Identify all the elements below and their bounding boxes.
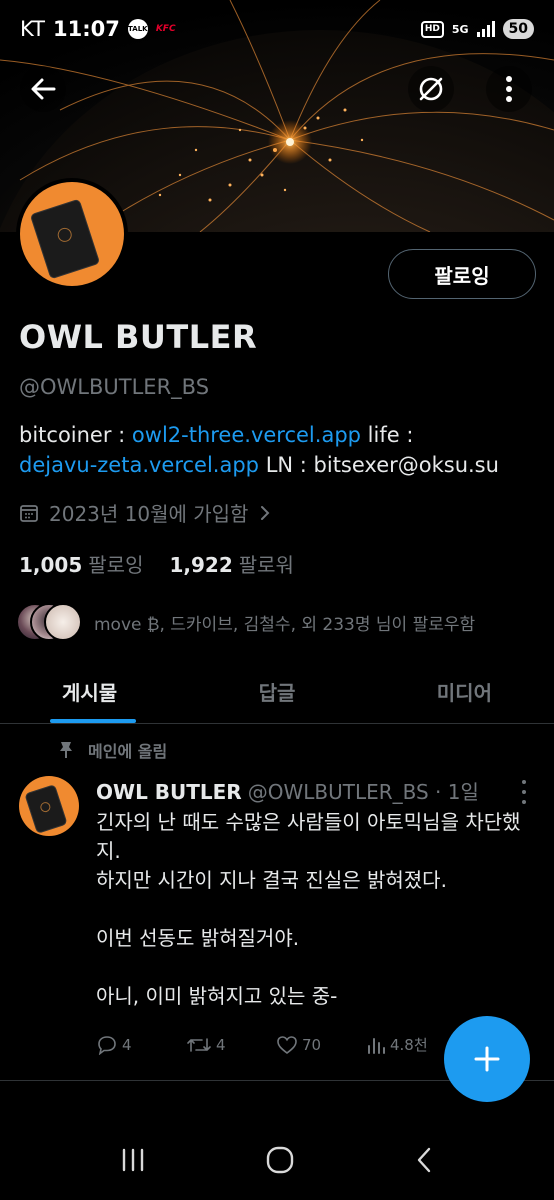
repost-count: 4	[216, 1035, 226, 1054]
like-count: 70	[302, 1035, 322, 1054]
post-time: · 1일	[435, 780, 479, 804]
status-bar: KT 11:07 TALK KFC HD 5G 50	[0, 0, 554, 58]
arrow-left-icon	[31, 78, 56, 100]
post-more-icon[interactable]	[514, 780, 534, 804]
bio-text-prefix: bitcoiner :	[19, 423, 132, 447]
battery-indicator: 50	[502, 19, 534, 39]
following-count: 1,005	[19, 553, 83, 577]
reply-count: 4	[122, 1035, 132, 1054]
clock: 11:07	[52, 17, 120, 41]
bio-link-dejavu[interactable]: dejavu-zeta.vercel.app	[19, 453, 259, 477]
repost-icon	[187, 1037, 211, 1052]
followers-label: 팔로워	[238, 553, 294, 577]
following-button[interactable]: 팔로잉	[388, 249, 536, 299]
profile-avatar[interactable]	[16, 178, 128, 290]
plus-icon	[474, 1046, 500, 1072]
chevron-right-icon	[261, 505, 270, 520]
profile-handle: @OWLBUTLER_BS	[19, 375, 210, 399]
calendar-icon	[20, 504, 38, 522]
following-label: 팔로잉	[88, 553, 144, 577]
post-text: 긴자의 난 때도 수많은 사람들이 아토믹님을 차단했지. 하지만 시간이 지나…	[96, 810, 521, 1008]
more-options-button[interactable]	[486, 66, 532, 112]
follow-stats: 1,005 팔로잉 1,922 팔로워	[19, 549, 294, 578]
follower-avatar	[44, 603, 82, 641]
tab-media[interactable]: 미디어	[349, 660, 554, 723]
following-link[interactable]: 1,005 팔로잉	[19, 549, 143, 578]
network-5g-icon: 5G	[451, 22, 469, 36]
back-button[interactable]	[20, 66, 66, 112]
followers-count: 1,922	[169, 553, 233, 577]
tab-posts[interactable]: 게시물	[0, 660, 205, 723]
profile-name: OWL BUTLER	[19, 318, 258, 356]
profile-tabs: 게시물 답글 미디어	[0, 660, 554, 724]
compose-button[interactable]	[444, 1016, 530, 1102]
like-button[interactable]: 70	[276, 1034, 366, 1055]
avatar-image	[20, 182, 124, 286]
bar-chart-icon	[368, 1037, 385, 1054]
followed-by-text: move ₿, 드카이브, 김철수, 외 233명 님이 팔로우함	[94, 614, 476, 635]
home-icon[interactable]	[265, 1145, 295, 1175]
pinned-label: 메인에 올림	[88, 742, 168, 761]
hide-button[interactable]	[408, 66, 454, 112]
follower-avatars	[16, 603, 82, 641]
signal-icon	[476, 21, 495, 37]
kfc-icon: KFC	[155, 24, 176, 34]
bio-text-middle: life :	[360, 423, 414, 447]
pin-icon	[60, 742, 72, 758]
post-author-handle[interactable]: @OWLBUTLER_BS	[248, 780, 429, 804]
recent-apps-icon[interactable]	[118, 1147, 148, 1173]
bio-text-suffix: LN : bitsexer@oksu.su	[259, 453, 499, 477]
system-navigation-bar	[0, 1120, 554, 1200]
back-nav-icon[interactable]	[412, 1146, 436, 1174]
repost-button[interactable]: 4	[186, 1034, 276, 1055]
slash-circle-icon	[419, 77, 443, 101]
pinned-indicator: 메인에 올림	[58, 738, 167, 762]
post-actions: 4 4 70 4.8천	[96, 1034, 456, 1055]
kakaotalk-icon: TALK	[127, 19, 148, 39]
bio-link-owl2[interactable]: owl2-three.vercel.app	[132, 423, 361, 447]
post-header: OWL BUTLER @OWLBUTLER_BS · 1일	[96, 776, 479, 805]
post-author-name[interactable]: OWL BUTLER	[96, 780, 242, 804]
join-date-row[interactable]: 2023년 10월에 가입함	[19, 498, 272, 527]
followed-by-row[interactable]: move ₿, 드카이브, 김철수, 외 233명 님이 팔로우함	[16, 603, 475, 641]
hd-voice-icon: HD	[420, 20, 444, 38]
views-count: 4.8천	[390, 1036, 428, 1054]
carrier-label: KT	[20, 17, 45, 41]
reply-button[interactable]: 4	[96, 1034, 186, 1055]
profile-bio: bitcoiner : owl2-three.vercel.app life :…	[19, 420, 539, 480]
followers-link[interactable]: 1,922 팔로워	[169, 549, 293, 578]
join-date: 2023년 10월에 가입함	[49, 502, 249, 526]
heart-icon	[277, 1035, 297, 1054]
tab-replies[interactable]: 답글	[205, 660, 348, 723]
reply-icon	[98, 1035, 116, 1055]
post-author-avatar[interactable]	[19, 776, 79, 836]
vertical-dots-icon	[506, 76, 512, 102]
views-button[interactable]: 4.8천	[366, 1034, 456, 1055]
